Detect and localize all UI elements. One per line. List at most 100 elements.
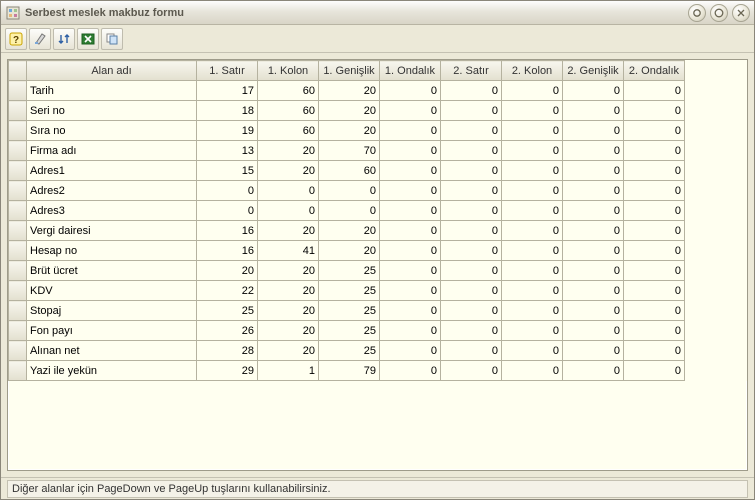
value-cell[interactable]: 0 bbox=[624, 81, 685, 101]
field-name-cell[interactable]: Sıra no bbox=[27, 121, 197, 141]
value-cell[interactable]: 0 bbox=[441, 341, 502, 361]
value-cell[interactable]: 0 bbox=[441, 121, 502, 141]
data-grid[interactable]: Alan adı 1. Satır 1. Kolon 1. Genişlik 1… bbox=[8, 60, 747, 381]
value-cell[interactable]: 0 bbox=[563, 241, 624, 261]
value-cell[interactable]: 20 bbox=[258, 141, 319, 161]
value-cell[interactable]: 0 bbox=[380, 341, 441, 361]
value-cell[interactable]: 70 bbox=[319, 141, 380, 161]
value-cell[interactable]: 0 bbox=[563, 81, 624, 101]
value-cell[interactable]: 0 bbox=[380, 101, 441, 121]
row-selector[interactable] bbox=[9, 241, 27, 261]
value-cell[interactable]: 60 bbox=[258, 101, 319, 121]
value-cell[interactable]: 0 bbox=[441, 321, 502, 341]
value-cell[interactable]: 0 bbox=[624, 361, 685, 381]
field-name-cell[interactable]: Vergi dairesi bbox=[27, 221, 197, 241]
field-name-cell[interactable]: Seri no bbox=[27, 101, 197, 121]
field-name-cell[interactable]: Tarih bbox=[27, 81, 197, 101]
row-selector[interactable] bbox=[9, 201, 27, 221]
value-cell[interactable]: 1 bbox=[258, 361, 319, 381]
value-cell[interactable]: 0 bbox=[563, 201, 624, 221]
value-cell[interactable]: 79 bbox=[319, 361, 380, 381]
value-cell[interactable]: 20 bbox=[319, 121, 380, 141]
value-cell[interactable]: 0 bbox=[380, 81, 441, 101]
col-header[interactable]: 1. Ondalık bbox=[380, 61, 441, 81]
value-cell[interactable]: 41 bbox=[258, 241, 319, 261]
field-name-cell[interactable]: Hesap no bbox=[27, 241, 197, 261]
table-row[interactable]: Fon payı26202500000 bbox=[9, 321, 747, 341]
value-cell[interactable]: 0 bbox=[563, 341, 624, 361]
value-cell[interactable]: 0 bbox=[441, 261, 502, 281]
value-cell[interactable]: 0 bbox=[563, 261, 624, 281]
value-cell[interactable]: 28 bbox=[197, 341, 258, 361]
value-cell[interactable]: 0 bbox=[380, 181, 441, 201]
table-row[interactable]: Adres115206000000 bbox=[9, 161, 747, 181]
field-name-cell[interactable]: Adres3 bbox=[27, 201, 197, 221]
value-cell[interactable]: 0 bbox=[441, 301, 502, 321]
row-selector[interactable] bbox=[9, 161, 27, 181]
value-cell[interactable]: 29 bbox=[197, 361, 258, 381]
value-cell[interactable]: 0 bbox=[502, 301, 563, 321]
row-selector[interactable] bbox=[9, 341, 27, 361]
value-cell[interactable]: 0 bbox=[380, 301, 441, 321]
field-name-cell[interactable]: Adres2 bbox=[27, 181, 197, 201]
value-cell[interactable]: 0 bbox=[502, 281, 563, 301]
value-cell[interactable]: 0 bbox=[441, 221, 502, 241]
value-cell[interactable]: 0 bbox=[380, 241, 441, 261]
value-cell[interactable]: 0 bbox=[441, 281, 502, 301]
value-cell[interactable]: 25 bbox=[319, 281, 380, 301]
value-cell[interactable]: 0 bbox=[319, 181, 380, 201]
value-cell[interactable]: 0 bbox=[624, 181, 685, 201]
table-row[interactable]: Brüt ücret20202500000 bbox=[9, 261, 747, 281]
col-header[interactable]: 2. Satır bbox=[441, 61, 502, 81]
value-cell[interactable]: 0 bbox=[380, 161, 441, 181]
table-row[interactable]: Adres300000000 bbox=[9, 201, 747, 221]
palette-button[interactable] bbox=[29, 28, 51, 50]
maximize-button[interactable] bbox=[710, 4, 728, 22]
row-selector[interactable] bbox=[9, 141, 27, 161]
field-name-cell[interactable]: Adres1 bbox=[27, 161, 197, 181]
value-cell[interactable]: 20 bbox=[197, 261, 258, 281]
row-selector[interactable] bbox=[9, 221, 27, 241]
value-cell[interactable]: 20 bbox=[319, 241, 380, 261]
field-name-cell[interactable]: Stopaj bbox=[27, 301, 197, 321]
col-header[interactable]: 2. Ondalık bbox=[624, 61, 685, 81]
col-header[interactable]: 2. Genişlik bbox=[563, 61, 624, 81]
table-row[interactable]: Sıra no19602000000 bbox=[9, 121, 747, 141]
value-cell[interactable]: 15 bbox=[197, 161, 258, 181]
field-name-cell[interactable]: Firma adı bbox=[27, 141, 197, 161]
value-cell[interactable]: 0 bbox=[624, 221, 685, 241]
value-cell[interactable]: 20 bbox=[258, 161, 319, 181]
table-row[interactable]: Alınan net28202500000 bbox=[9, 341, 747, 361]
table-row[interactable]: Stopaj25202500000 bbox=[9, 301, 747, 321]
value-cell[interactable]: 20 bbox=[258, 221, 319, 241]
minimize-button[interactable] bbox=[688, 4, 706, 22]
value-cell[interactable]: 0 bbox=[380, 281, 441, 301]
value-cell[interactable]: 26 bbox=[197, 321, 258, 341]
value-cell[interactable]: 17 bbox=[197, 81, 258, 101]
value-cell[interactable]: 0 bbox=[563, 281, 624, 301]
value-cell[interactable]: 0 bbox=[441, 141, 502, 161]
row-selector[interactable] bbox=[9, 81, 27, 101]
value-cell[interactable]: 0 bbox=[502, 321, 563, 341]
field-name-cell[interactable]: KDV bbox=[27, 281, 197, 301]
value-cell[interactable]: 20 bbox=[258, 301, 319, 321]
value-cell[interactable]: 0 bbox=[502, 221, 563, 241]
value-cell[interactable]: 0 bbox=[624, 201, 685, 221]
value-cell[interactable]: 0 bbox=[563, 101, 624, 121]
row-selector[interactable] bbox=[9, 261, 27, 281]
value-cell[interactable]: 0 bbox=[380, 221, 441, 241]
value-cell[interactable]: 0 bbox=[258, 201, 319, 221]
table-row[interactable]: Firma adı13207000000 bbox=[9, 141, 747, 161]
value-cell[interactable]: 20 bbox=[319, 101, 380, 121]
value-cell[interactable]: 0 bbox=[441, 201, 502, 221]
value-cell[interactable]: 25 bbox=[197, 301, 258, 321]
value-cell[interactable]: 0 bbox=[502, 141, 563, 161]
field-name-cell[interactable]: Brüt ücret bbox=[27, 261, 197, 281]
value-cell[interactable]: 25 bbox=[319, 261, 380, 281]
value-cell[interactable]: 20 bbox=[258, 281, 319, 301]
table-row[interactable]: Tarih17602000000 bbox=[9, 81, 747, 101]
value-cell[interactable]: 0 bbox=[197, 181, 258, 201]
row-selector[interactable] bbox=[9, 121, 27, 141]
value-cell[interactable]: 18 bbox=[197, 101, 258, 121]
value-cell[interactable]: 0 bbox=[502, 81, 563, 101]
